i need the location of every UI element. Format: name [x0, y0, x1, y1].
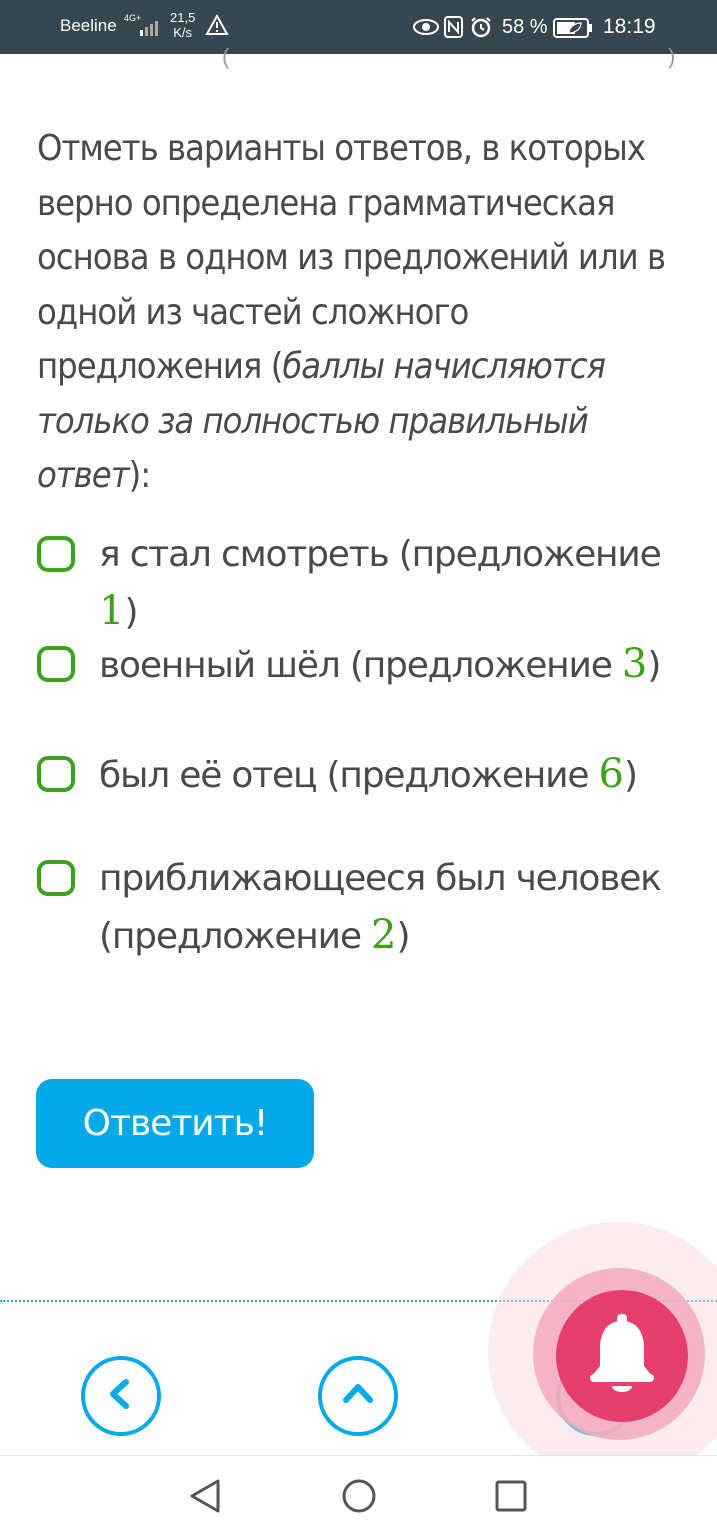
option-text: военный шёл (предложение	[99, 645, 622, 686]
carrier-name: Beeline	[60, 16, 117, 35]
speed-unit: K/s	[173, 25, 193, 40]
sentence-number: 2	[371, 912, 397, 958]
sentence-number: 6	[598, 751, 624, 797]
chevron-up-icon	[338, 1374, 378, 1419]
square-recent-icon[interactable]	[494, 1479, 528, 1518]
checkbox-1[interactable]	[37, 536, 75, 572]
clock: 18:19	[603, 15, 656, 38]
submit-answer-button[interactable]: Ответить!	[36, 1079, 314, 1168]
notifications-bell-button[interactable]	[556, 1290, 688, 1422]
triangle-back-icon[interactable]	[188, 1478, 222, 1519]
speed-value: 21,5	[170, 10, 196, 25]
sentence-number: 1	[99, 588, 125, 634]
option-label-2[interactable]: военный шёл (предложение 3)	[99, 636, 679, 694]
scroll-up-button[interactable]	[318, 1356, 398, 1436]
checkbox-3[interactable]	[37, 756, 75, 792]
back-button[interactable]	[81, 1356, 161, 1436]
signal-icon	[140, 18, 162, 41]
answer-option-3[interactable]: был её отец (предложение 6)	[37, 751, 677, 797]
nfc-icon	[444, 16, 463, 38]
option-text: был её отец (предложение	[99, 755, 599, 796]
eye-icon	[413, 19, 439, 35]
answer-option-2[interactable]: военный шёл (предложение 3)	[37, 641, 677, 687]
data-speed: 21,5 K/s	[170, 10, 195, 40]
paren-right: )	[668, 44, 676, 69]
alarm-icon	[471, 17, 491, 38]
option-close: )	[647, 645, 661, 686]
option-close: )	[124, 592, 138, 633]
checkbox-4[interactable]	[37, 860, 75, 896]
option-label-3[interactable]: был её отец (предложение 6)	[99, 746, 679, 804]
chevron-left-icon	[101, 1374, 141, 1419]
system-navigation-bar	[0, 1455, 717, 1537]
option-label-4[interactable]: приближающееся был человек (предложение …	[99, 850, 679, 965]
option-label-1[interactable]: я стал смотреть (предложение 1)	[99, 526, 679, 641]
option-close: )	[396, 916, 410, 957]
answer-option-1[interactable]: я стал смотреть (предложение 1)	[37, 534, 677, 634]
sentence-number: 3	[621, 641, 648, 687]
circle-home-icon[interactable]	[341, 1478, 377, 1519]
bell-icon	[586, 1312, 658, 1401]
checkbox-2[interactable]	[37, 646, 75, 682]
network-type: 4G+	[124, 13, 142, 23]
paren-left: (	[222, 44, 230, 69]
battery-percent: 58 %	[502, 16, 548, 38]
option-close: )	[623, 755, 638, 796]
option-text: я стал смотреть (предложение	[99, 534, 662, 575]
answer-option-4[interactable]: приближающееся был человек (предложение …	[37, 858, 677, 970]
battery-icon	[553, 18, 593, 43]
question-end: ):	[128, 455, 152, 496]
clipped-previous-text: ( )	[222, 44, 682, 69]
question-text: Отметь варианты ответов, в которых верно…	[37, 122, 687, 504]
system-icons	[413, 14, 497, 45]
warning-icon	[205, 13, 229, 41]
